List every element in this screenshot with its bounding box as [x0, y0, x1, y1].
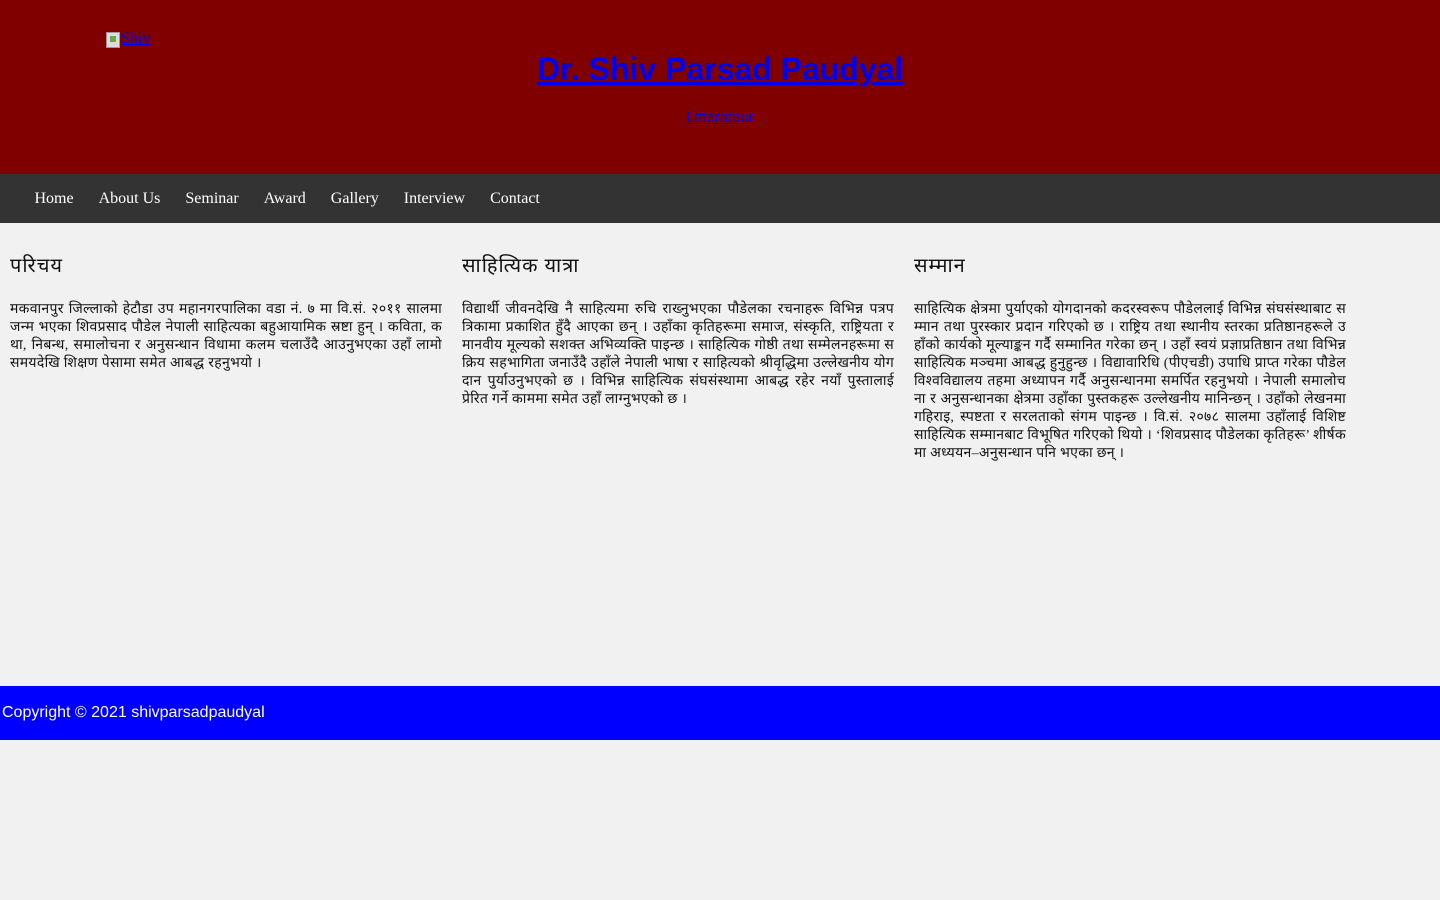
- column-heading: साहित्यिक यात्रा: [462, 255, 580, 277]
- site-title-link[interactable]: Dr. Shiv Parsad Paudyal: [537, 51, 903, 87]
- content-column-intro: परिचय मकवानपुर जिल्लाको हेटौडा उप महानगर…: [10, 253, 442, 463]
- nav-item-award[interactable]: Award: [251, 189, 318, 209]
- tagline-link[interactable]: Litterateur: [686, 109, 754, 126]
- content-column-literary-journey: साहित्यिक यात्रा विद्यार्थी जीवनदेखि नै …: [462, 253, 894, 463]
- main-navbar: Home About Us Seminar Award Gallery Inte…: [0, 174, 1440, 223]
- broken-image-icon: [106, 32, 120, 48]
- nav-item-home[interactable]: Home: [22, 189, 86, 209]
- nav-item-seminar[interactable]: Seminar: [173, 189, 251, 209]
- nav-item-interview[interactable]: Interview: [391, 189, 477, 209]
- site-footer: Copyright © 2021 shivparsadpaudyal: [0, 686, 1440, 740]
- nav-item-gallery[interactable]: Gallery: [318, 189, 391, 209]
- content-column-honors: सम्मान साहित्यिक क्षेत्रमा पुर्याएको योग…: [914, 253, 1346, 463]
- site-header: Shiv Dr. Shiv Parsad Paudyal Litterateur: [0, 0, 1440, 174]
- logo-alt-text: Shiv: [121, 30, 151, 47]
- nav-item-contact[interactable]: Contact: [478, 189, 553, 209]
- copyright-text: Copyright © 2021 shivparsadpaudyal: [2, 704, 265, 721]
- column-body: विद्यार्थी जीवनदेखि नै साहित्यमा रुचि रा…: [462, 302, 894, 407]
- column-heading: परिचय: [10, 255, 64, 277]
- column-body: साहित्यिक क्षेत्रमा पुर्याएको योगदानको क…: [914, 302, 1346, 461]
- site-tagline: Litterateur: [0, 108, 1440, 128]
- site-title: Dr. Shiv Parsad Paudyal: [0, 48, 1440, 90]
- site-logo-link[interactable]: Shiv: [106, 30, 150, 48]
- main-content: परिचय मकवानपुर जिल्लाको हेटौडा उप महानगर…: [0, 223, 1440, 463]
- column-body: मकवानपुर जिल्लाको हेटौडा उप महानगरपालिका…: [10, 302, 442, 371]
- column-heading: सम्मान: [914, 255, 966, 277]
- nav-item-about-us[interactable]: About Us: [86, 189, 173, 209]
